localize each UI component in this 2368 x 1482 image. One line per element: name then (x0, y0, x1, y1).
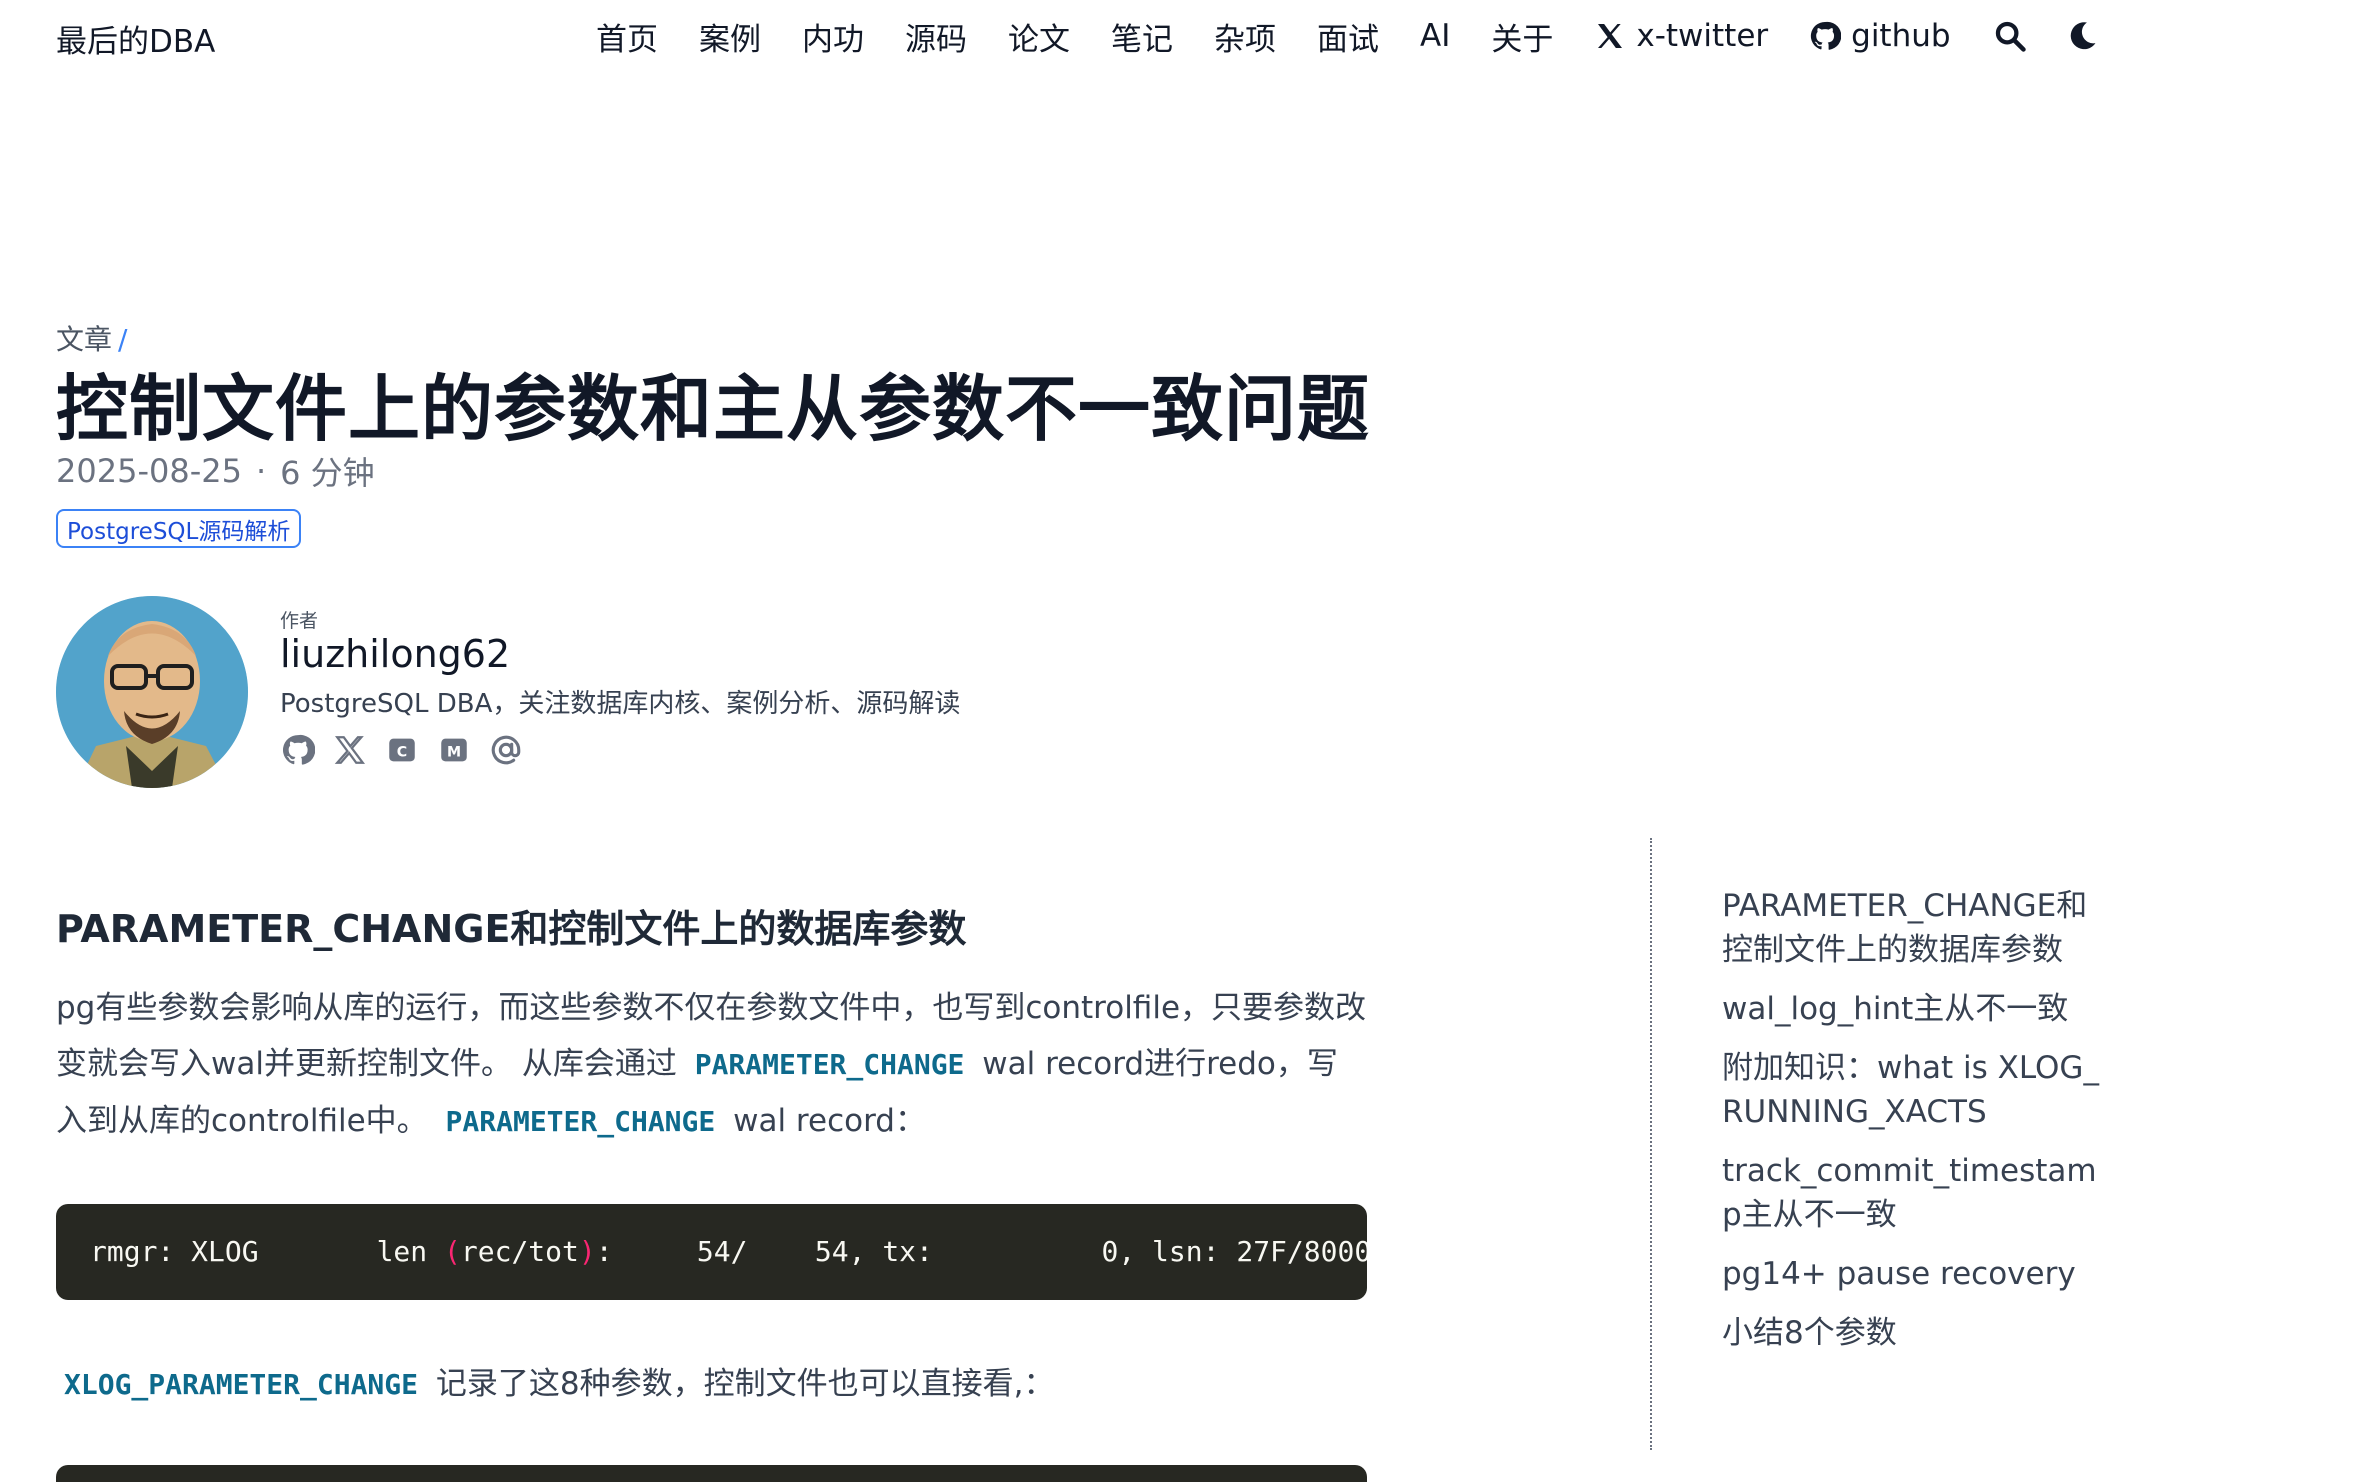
author-bio: PostgreSQL DBA，关注数据库内核、案例分析、源码解读 (280, 689, 961, 719)
nav-item-fundamentals[interactable]: 内功 (802, 14, 864, 59)
nav-item-interview[interactable]: 面试 (1317, 14, 1379, 59)
at-icon[interactable] (488, 732, 524, 768)
nav-item-github[interactable]: github (1809, 18, 1951, 54)
author-name: liuzhilong62 (280, 632, 511, 676)
publish-date: 2025-08-25 (56, 452, 242, 490)
toc-item-summary[interactable]: 小结8个参数 (1722, 1311, 2102, 1355)
nav-item-misc[interactable]: 杂项 (1214, 14, 1276, 59)
paragraph-text: 记录了这8种参数，控制文件也可以直接看,： (435, 1366, 1055, 1402)
search-icon[interactable] (1992, 18, 2028, 54)
code-line: rmgr: XLOG len (rec/tot): 54/ 54, tx: 0,… (90, 1235, 1367, 1268)
paragraph-parameters: XLOG_PARAMETER_CHANGE 记录了这8种参数，控制文件也可以直接… (56, 1356, 1368, 1413)
github-icon[interactable] (280, 732, 316, 768)
table-of-contents: PARAMETER_CHANGE和控制文件上的数据库参数 wal_log_hin… (1722, 884, 2102, 1370)
inline-code: XLOG_PARAMETER_CHANGE (64, 1368, 419, 1401)
top-nav: 最后的DBA 首页 案例 内功 源码 论文 笔记 杂项 面试 AI 关于 x-t… (0, 0, 2368, 74)
paragraph-intro: pg有些参数会影响从库的运行，而这些参数不仅在参数文件中，也写到controlf… (56, 980, 1368, 1150)
nav-item-about[interactable]: 关于 (1491, 14, 1553, 59)
svg-text:M: M (447, 744, 461, 760)
toc-divider (1650, 838, 1652, 1450)
github-icon (1809, 20, 1842, 52)
toc-item-track-commit-timestamp[interactable]: track_commit_timestamp主从不一致 (1722, 1149, 2102, 1237)
toc-item-pause-recovery[interactable]: pg14+ pause recovery (1722, 1252, 2102, 1296)
paragraph-text: wal record： (733, 1103, 926, 1139)
code-block[interactable]: rmgr: XLOG len (rec/tot): 54/ 54, tx: 0,… (56, 1204, 1367, 1300)
nav-item-notes[interactable]: 笔记 (1111, 14, 1173, 59)
nav-github-label: github (1851, 18, 1951, 54)
inline-code: PARAMETER_CHANGE (445, 1105, 716, 1138)
code-block[interactable] (56, 1465, 1367, 1482)
nav-item-ai[interactable]: AI (1420, 18, 1450, 54)
toc-item-parameter-change[interactable]: PARAMETER_CHANGE和控制文件上的数据库参数 (1722, 884, 2102, 972)
inline-code: PARAMETER_CHANGE (694, 1048, 965, 1081)
x-icon (1594, 20, 1626, 52)
article-meta: 2025-08-25 · 6 分钟 (56, 448, 375, 494)
c-icon[interactable]: C (384, 732, 420, 768)
m-icon[interactable]: M (436, 732, 472, 768)
nav-item-papers[interactable]: 论文 (1008, 14, 1070, 59)
page-title: 控制文件上的参数和主从参数不一致问题 (56, 367, 1371, 451)
site-title[interactable]: 最后的DBA (56, 16, 215, 61)
nav-item-home[interactable]: 首页 (596, 14, 658, 59)
tag-badge[interactable]: PostgreSQL源码解析 (56, 509, 302, 548)
nav-item-x-twitter[interactable]: x-twitter (1594, 18, 1768, 54)
nav-menu: 首页 案例 内功 源码 论文 笔记 杂项 面试 AI 关于 x-twitter … (596, 14, 2136, 58)
nav-item-source[interactable]: 源码 (905, 14, 967, 59)
reading-time: 6 分钟 (280, 454, 375, 492)
toc-item-wal-log-hint[interactable]: wal_log_hint主从不一致 (1722, 987, 2102, 1031)
x-icon[interactable] (332, 732, 368, 768)
section-heading: PARAMETER_CHANGE和控制文件上的数据库参数 (56, 907, 967, 951)
nav-item-cases[interactable]: 案例 (699, 14, 761, 59)
meta-separator: · (255, 452, 267, 490)
author-social-links: C M (280, 732, 540, 768)
author-label: 作者 (280, 610, 319, 632)
moon-icon[interactable] (2064, 18, 2100, 54)
avatar (56, 596, 248, 788)
svg-text:C: C (397, 744, 407, 760)
nav-x-twitter-label: x-twitter (1636, 18, 1769, 54)
toc-item-running-xacts[interactable]: 附加知识：what is XLOG_RUNNING_XACTS (1722, 1046, 2102, 1134)
